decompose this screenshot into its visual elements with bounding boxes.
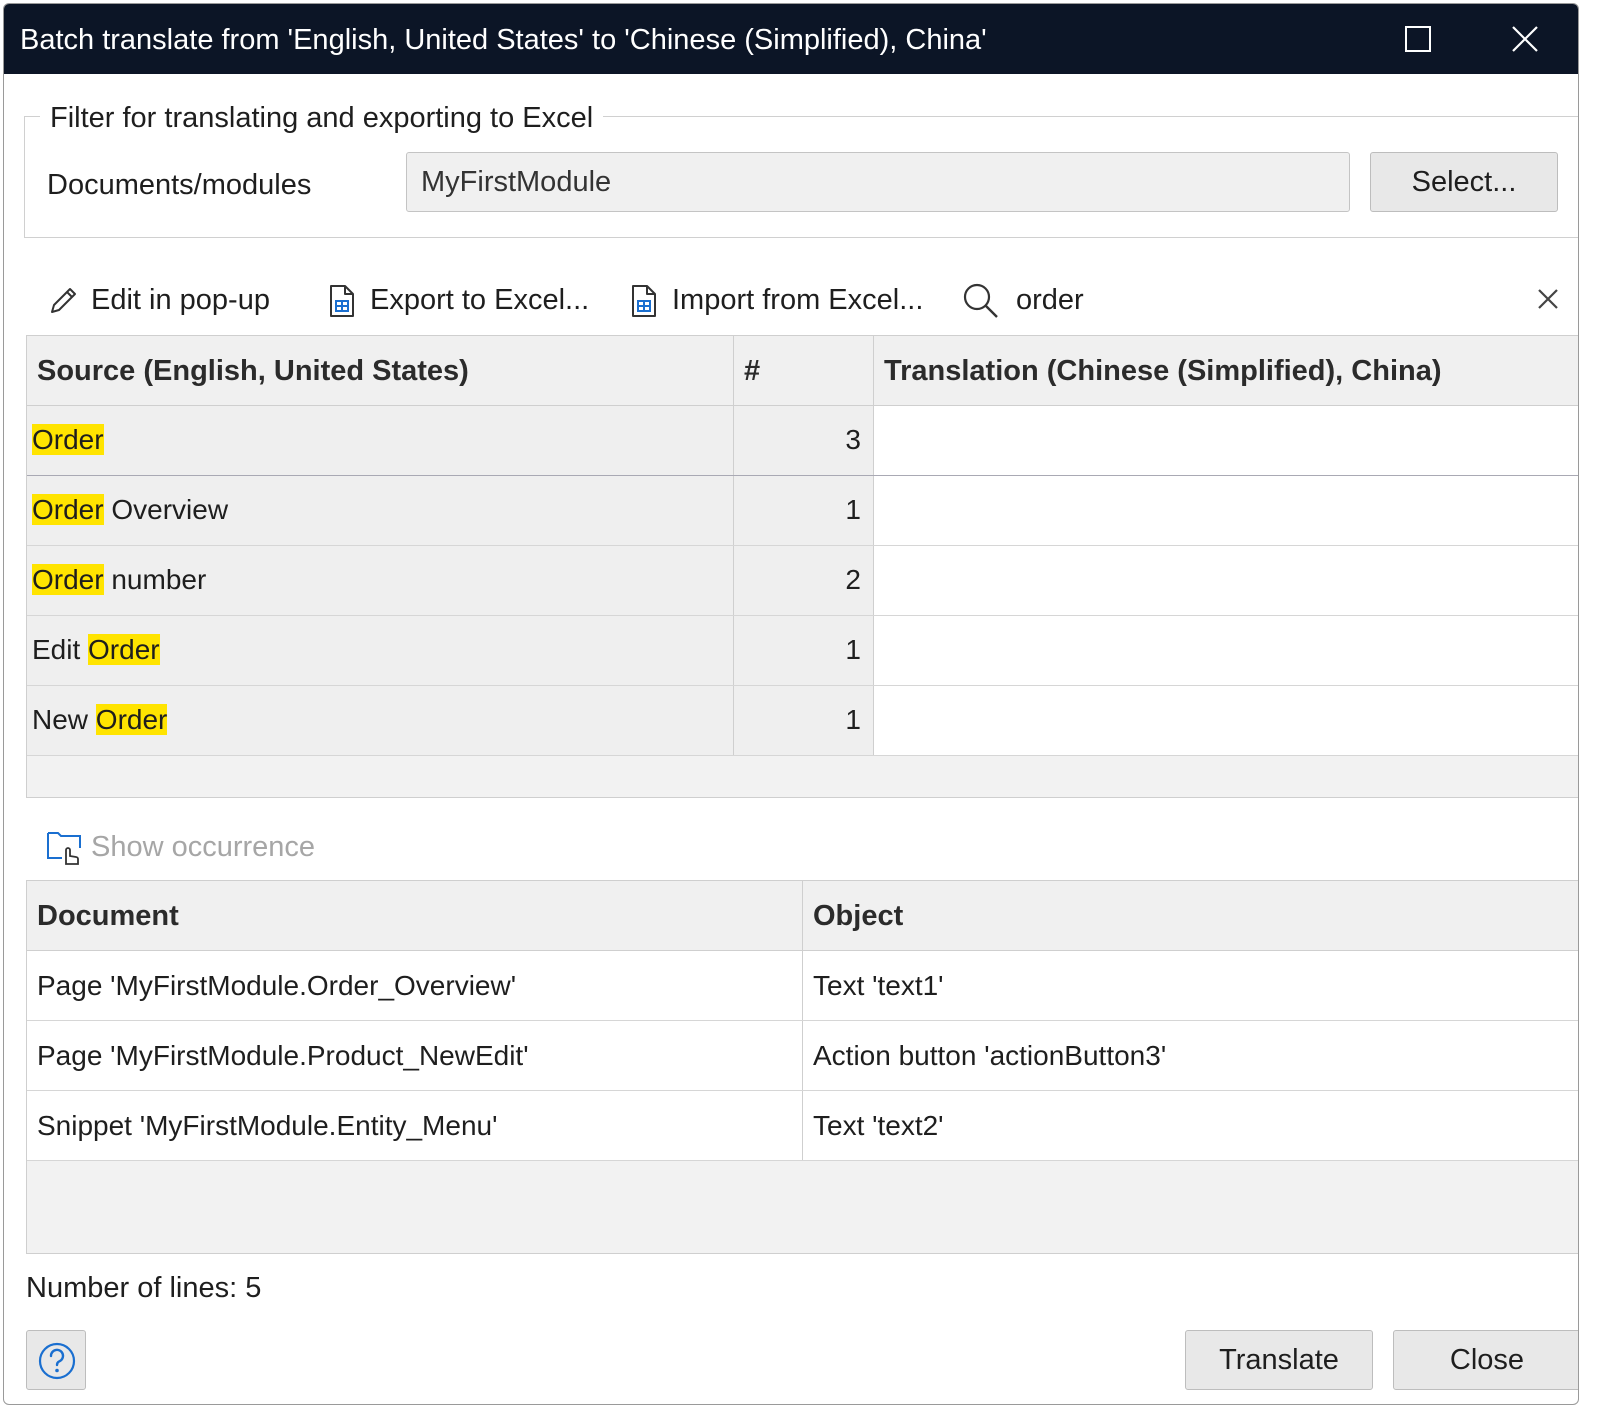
search-input[interactable]: order <box>1016 276 1084 324</box>
translation-cell[interactable] <box>874 546 1578 615</box>
translation-cell[interactable] <box>874 406 1578 475</box>
excel-import-icon <box>632 285 656 317</box>
source-cell: Order Overview <box>27 476 734 545</box>
documents-modules-label: Documents/modules <box>47 169 312 201</box>
window-close-button[interactable] <box>1480 4 1570 74</box>
translation-cell[interactable] <box>874 476 1578 545</box>
search-highlight: Order <box>32 494 104 525</box>
object-column-header[interactable]: Object <box>803 881 1578 950</box>
import-from-excel-label: Import from Excel... <box>672 284 924 316</box>
import-from-excel-button[interactable]: Import from Excel... <box>629 276 929 324</box>
close-icon <box>1512 26 1538 52</box>
edit-in-popup-label: Edit in pop-up <box>91 284 270 316</box>
object-cell: Action button 'actionButton3' <box>813 1040 1167 1071</box>
table-row[interactable]: Order 3 <box>27 406 1578 476</box>
count-cell: 3 <box>734 406 874 475</box>
number-of-lines-status: Number of lines: 5 <box>26 1272 262 1304</box>
table-row[interactable]: Edit Order 1 <box>27 616 1578 686</box>
search-highlight: Order <box>88 634 160 665</box>
window-title: Batch translate from 'English, United St… <box>20 24 987 56</box>
select-button[interactable]: Select... <box>1370 152 1558 212</box>
translation-cell[interactable] <box>874 686 1578 755</box>
translations-header-row: Source (English, United States) # Transl… <box>27 336 1578 406</box>
table-row[interactable]: Order Overview 1 <box>27 476 1578 546</box>
source-cell: Edit Order <box>27 616 734 685</box>
edit-in-popup-button[interactable]: Edit in pop-up <box>48 276 288 324</box>
export-to-excel-button[interactable]: Export to Excel... <box>327 276 590 324</box>
table-row[interactable]: Page 'MyFirstModule.Order_Overview' Text… <box>27 951 1578 1021</box>
translation-column-header[interactable]: Translation (Chinese (Simplified), China… <box>874 336 1578 405</box>
search-icon <box>963 283 998 318</box>
search-highlight: Order <box>32 424 104 455</box>
help-icon <box>38 1342 76 1380</box>
search-highlight: Order <box>32 564 104 595</box>
close-button[interactable]: Close <box>1393 1330 1578 1390</box>
filter-group-legend: Filter for translating and exporting to … <box>40 100 604 136</box>
translation-cell[interactable] <box>874 616 1578 685</box>
pencil-icon <box>51 288 76 313</box>
document-cell: Page 'MyFirstModule.Product_NewEdit' <box>27 1021 803 1090</box>
occurrence-header-row: Document Object <box>27 881 1578 951</box>
object-cell: Text 'text1' <box>813 970 944 1001</box>
export-to-excel-label: Export to Excel... <box>370 284 590 316</box>
batch-translate-dialog: Batch translate from 'English, United St… <box>3 3 1579 1405</box>
show-occurrence-icon <box>47 832 81 865</box>
source-cell: New Order <box>27 686 734 755</box>
table-row[interactable]: New Order 1 <box>27 686 1578 756</box>
help-button[interactable] <box>26 1330 86 1390</box>
source-column-header[interactable]: Source (English, United States) <box>27 336 734 405</box>
show-occurrence-label: Show occurrence <box>91 831 316 863</box>
document-cell: Snippet 'MyFirstModule.Entity_Menu' <box>27 1091 803 1160</box>
table-row[interactable]: Page 'MyFirstModule.Product_NewEdit' Act… <box>27 1021 1578 1091</box>
source-cell: Order <box>27 406 734 475</box>
excel-export-icon <box>330 285 354 317</box>
object-cell: Text 'text2' <box>813 1110 944 1141</box>
document-column-header[interactable]: Document <box>27 881 803 950</box>
translate-button[interactable]: Translate <box>1185 1330 1373 1390</box>
search-highlight: Order <box>95 704 168 735</box>
documents-modules-field[interactable]: MyFirstModule <box>406 152 1350 212</box>
clear-icon[interactable] <box>1536 287 1560 311</box>
table-row[interactable]: Order number 2 <box>27 546 1578 616</box>
document-cell: Page 'MyFirstModule.Order_Overview' <box>27 951 803 1020</box>
maximize-icon <box>1405 26 1431 52</box>
count-cell: 2 <box>734 546 874 615</box>
source-cell: Order number <box>27 546 734 615</box>
count-cell: 1 <box>734 476 874 545</box>
table-row[interactable]: Snippet 'MyFirstModule.Entity_Menu' Text… <box>27 1091 1578 1161</box>
maximize-button[interactable] <box>1373 4 1463 74</box>
translations-grid: Source (English, United States) # Transl… <box>26 335 1578 798</box>
occurrence-grid: Document Object Page 'MyFirstModule.Orde… <box>26 880 1578 1254</box>
title-bar: Batch translate from 'English, United St… <box>4 4 1578 74</box>
count-cell: 1 <box>734 686 874 755</box>
count-column-header[interactable]: # <box>734 336 874 405</box>
count-cell: 1 <box>734 616 874 685</box>
